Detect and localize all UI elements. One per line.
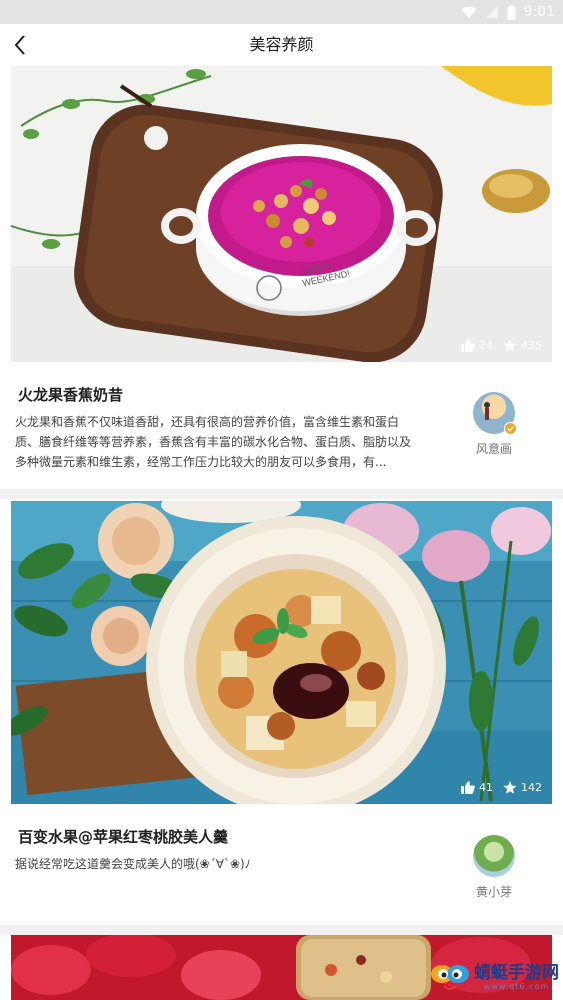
recipe-image[interactable]: HAPPY WEEKEND! 24 435 [11,66,552,362]
watermark-text-group: 蜻蜓手游网 www.qt6.com [474,964,559,991]
recipe-card[interactable]: 41 142 百变水果@苹果红枣桃胶美人羹 据说经常吃这道羹会变成美人的哦(❀´… [0,501,563,925]
verified-badge-icon [504,422,517,435]
star-icon [503,781,517,794]
author[interactable]: 黄小芽 [466,835,522,900]
recipe-photo [11,501,552,804]
status-icons: 9:01 [461,3,555,21]
recipe-image[interactable]: 41 142 [11,501,552,804]
dragonfly-logo-icon [431,965,469,990]
watermark-text: 蜻蜓手游网 [474,962,559,983]
page-title: 美容养颜 [249,35,314,54]
status-time: 9:01 [523,4,555,20]
wifi-icon [461,6,477,18]
thumbs-up-icon [461,339,475,352]
signal-icon [485,5,498,18]
star-icon [503,339,517,352]
author-name: 黄小芽 [475,885,512,899]
watermark-logo: 蜻蜓手游网 www.qt6.com [430,960,559,994]
likes-stat: 41 [461,781,493,794]
battery-icon [507,4,516,20]
avatar [473,835,515,877]
author[interactable]: 风意画 [466,392,522,457]
back-button[interactable] [4,28,36,62]
favorites-stat: 142 [503,781,542,794]
favorites-count: 142 [521,781,542,794]
card-divider [0,925,563,935]
watermark-url: www.qt6.com [483,981,550,991]
likes-count: 41 [479,781,493,794]
recipe-stats: 24 435 [461,339,542,352]
chevron-left-icon [14,35,25,55]
recipe-title[interactable]: 百变水果@苹果红枣桃胶美人羹 [18,826,228,847]
recipe-description[interactable]: 火龙果和香蕉不仅味道香甜，还具有很高的营养价值，富含维生素和蛋白质、膳食纤维等等… [15,412,417,472]
favorites-count: 435 [521,339,542,352]
status-bar: 9:01 [0,0,563,24]
likes-count: 24 [479,339,493,352]
recipe-description[interactable]: 据说经常吃这道羹会变成美人的哦(❀´∀`❀)ﾉ [15,854,417,874]
recipe-title[interactable]: 火龙果香蕉奶昔 [18,384,123,405]
likes-stat: 24 [461,339,493,352]
recipe-card[interactable]: HAPPY WEEKEND! 24 435 火龙果香蕉奶昔 火龙果和香蕉不仅味道… [0,66,563,501]
recipe-photo [11,66,552,362]
avatar [473,392,517,435]
author-name: 风意画 [475,442,512,456]
nav-bar: 美容养颜 [0,24,563,66]
favorites-stat: 435 [503,339,542,352]
recipe-stats: 41 142 [461,781,542,794]
thumbs-up-icon [461,781,475,794]
card-divider [0,489,563,499]
